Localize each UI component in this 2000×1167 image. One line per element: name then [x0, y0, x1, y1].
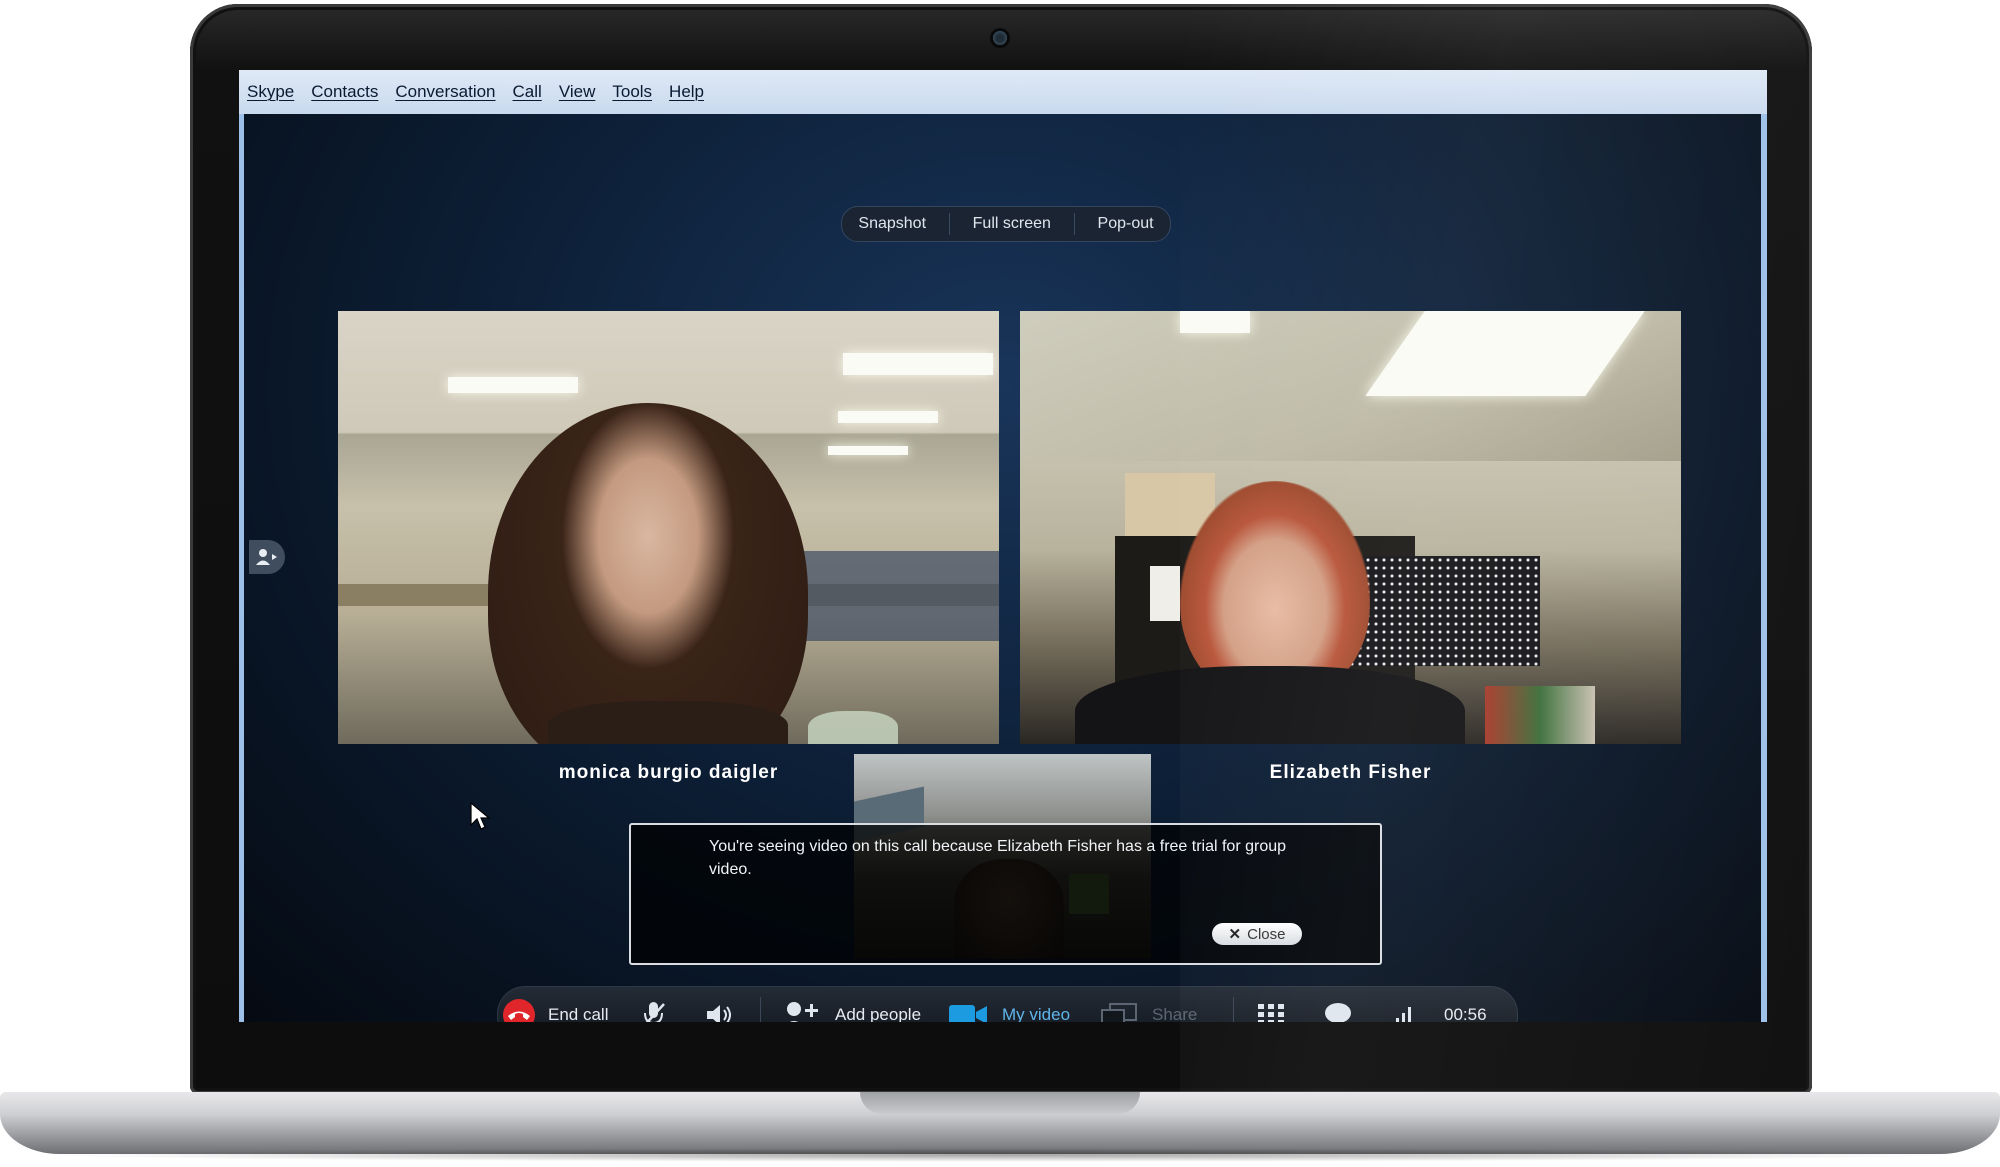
menu-bar: Skype Contacts Conversation Call View To…: [239, 70, 1767, 115]
webcam-icon: [993, 31, 1007, 45]
window-frame: [239, 114, 1767, 1022]
menu-tools[interactable]: Tools: [612, 82, 652, 102]
menu-skype[interactable]: Skype: [247, 82, 294, 102]
menu-conversation[interactable]: Conversation: [395, 82, 495, 102]
menu-contacts[interactable]: Contacts: [311, 82, 378, 102]
laptop-notch: [860, 1092, 1140, 1114]
menu-help[interactable]: Help: [669, 82, 704, 102]
menu-call[interactable]: Call: [513, 82, 542, 102]
screen: Skype Contacts Conversation Call View To…: [239, 70, 1767, 1022]
menu-view[interactable]: View: [559, 82, 596, 102]
laptop-shadow: [40, 1148, 1960, 1162]
